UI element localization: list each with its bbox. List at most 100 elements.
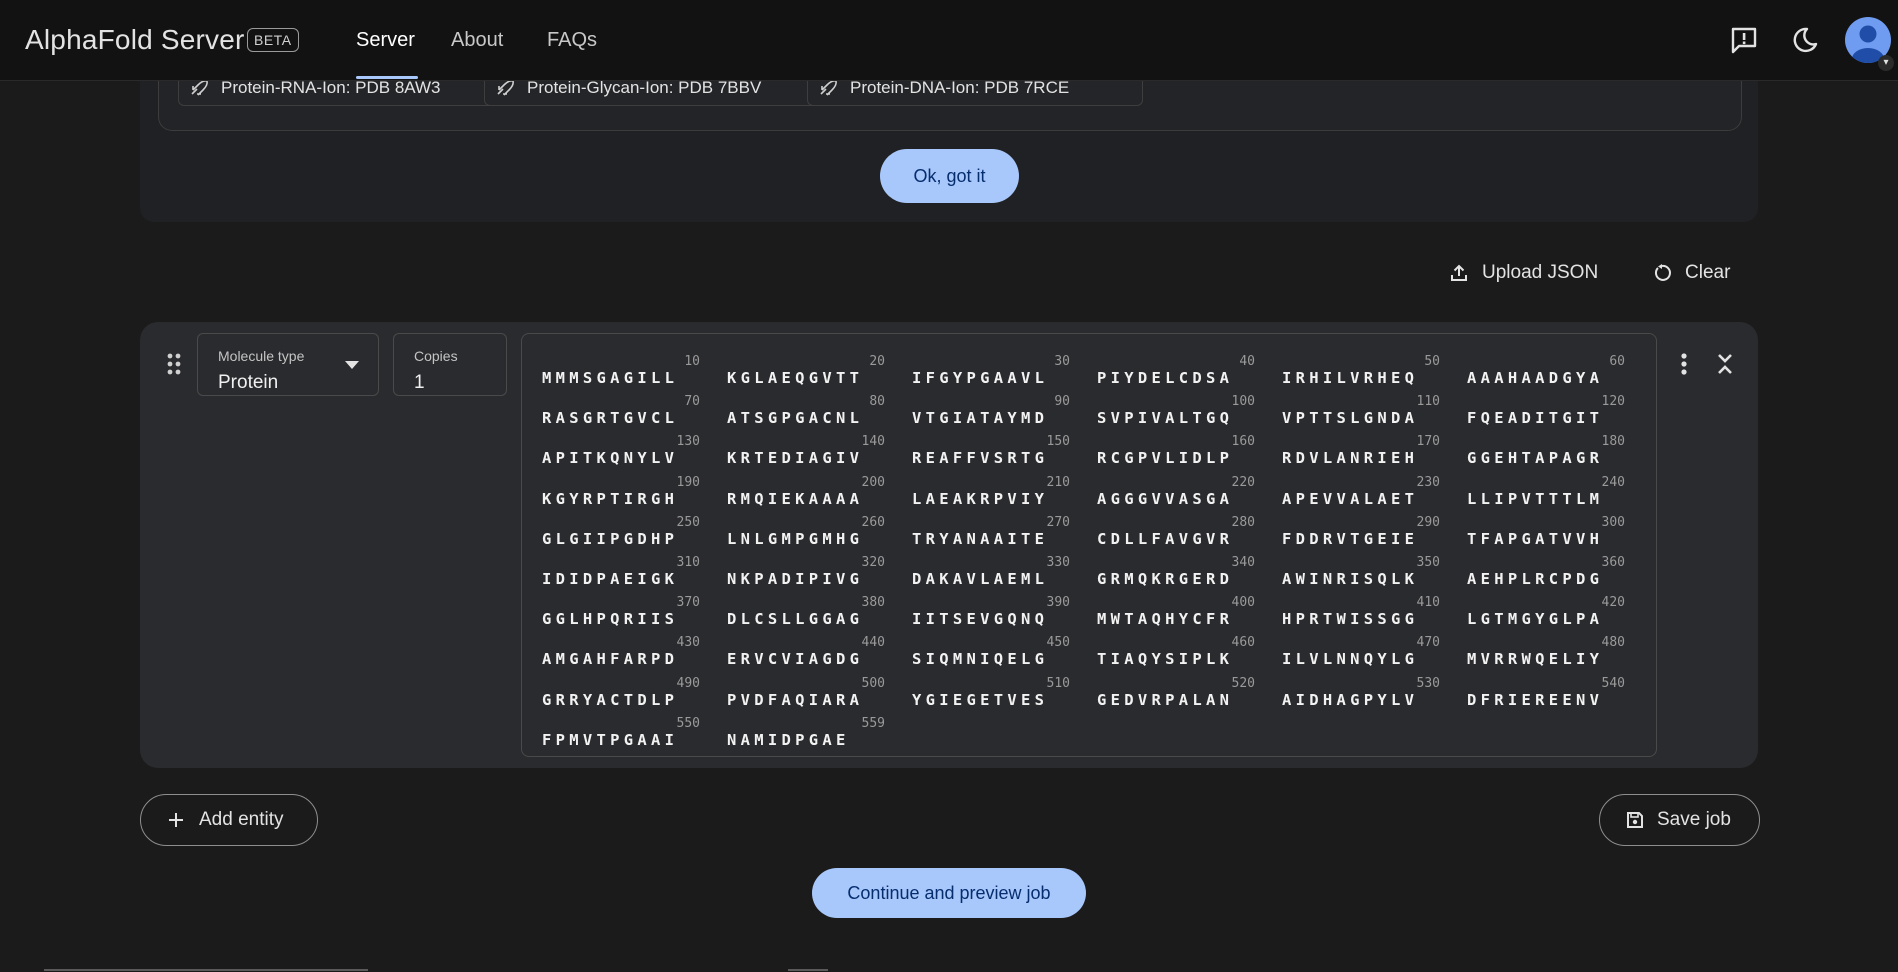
residue-index: 120 bbox=[1601, 394, 1625, 410]
sequence-group: 470 ILVLNNQYLG bbox=[1282, 621, 1450, 668]
ok-got-it-button[interactable]: Ok, got it bbox=[880, 149, 1019, 203]
sequence-field[interactable]: 10 MMMSGAGILL 20 KGLAEQGVTT 30 IFGYPGAAVL 40 PI… bbox=[521, 333, 1657, 757]
sequence-group: 10 MMMSGAGILL bbox=[542, 340, 710, 387]
feedback-icon[interactable] bbox=[1729, 25, 1759, 55]
residue-index: 270 bbox=[1046, 514, 1070, 530]
residue-index: 330 bbox=[1046, 555, 1070, 570]
sequence-group: 460 TIAQYSIPLK bbox=[1097, 621, 1265, 668]
divider bbox=[44, 969, 368, 971]
sequence-group: 360 AEHPLRCPDG bbox=[1467, 541, 1635, 588]
continue-preview-button[interactable]: Continue and preview job bbox=[812, 868, 1086, 918]
sequence-group: 350 AWINRISQLK bbox=[1282, 541, 1450, 588]
clear-button[interactable]: Clear bbox=[1653, 258, 1730, 288]
nav-about[interactable]: About bbox=[451, 29, 503, 52]
residue-index: 70 bbox=[684, 394, 700, 410]
residue-index: 460 bbox=[1231, 635, 1255, 651]
sequence-group: 370 GGLHPQRIIS bbox=[542, 581, 710, 628]
sequence-group: 60 AAAHAADGYA bbox=[1467, 340, 1635, 387]
residue-index: 550 bbox=[676, 715, 700, 731]
residue-block: FPMVTPGAAI bbox=[542, 730, 679, 749]
sequence-group: 240 LLIPVTTTLM bbox=[1467, 461, 1635, 508]
sequence-group: 450 SIQMNIQELG bbox=[912, 621, 1080, 668]
residue-index: 160 bbox=[1231, 434, 1255, 450]
residue-index: 130 bbox=[676, 434, 700, 450]
drag-handle-icon[interactable] bbox=[166, 352, 182, 376]
residue-index: 200 bbox=[861, 474, 885, 490]
plus-icon bbox=[169, 813, 183, 827]
sequence-group: 440 ERVCVIAGDG bbox=[727, 621, 895, 668]
residue-index: 220 bbox=[1231, 474, 1255, 490]
sequence-group: 80 ATSGPGACNL bbox=[727, 380, 895, 427]
sequence-group: 540 DFRIEREENV bbox=[1467, 662, 1635, 709]
residue-index: 480 bbox=[1601, 635, 1625, 651]
sequence-group: 300 TFAPGATVVH bbox=[1467, 501, 1635, 548]
chevron-down-icon[interactable]: ▾ bbox=[1878, 55, 1894, 71]
app-brand[interactable]: AlphaFold Server bbox=[25, 24, 245, 56]
rocket-icon bbox=[497, 80, 514, 96]
residue-index: 500 bbox=[861, 675, 885, 691]
sequence-group: 180 GGEHTAPAGR bbox=[1467, 420, 1635, 467]
sequence-group: 260 LNLGMPGMHG bbox=[727, 501, 895, 548]
copies-field[interactable]: Copies 1 bbox=[393, 333, 507, 396]
sequence-group: 550 FPMVTPGAAI bbox=[542, 702, 710, 749]
sequence-group: 110 VPTTSLGNDA bbox=[1282, 380, 1450, 427]
nav-faqs[interactable]: FAQs bbox=[547, 29, 597, 52]
residue-index: 520 bbox=[1231, 675, 1255, 691]
residue-index: 370 bbox=[676, 595, 700, 611]
sequence-group: 190 KGYRPTIRGH bbox=[542, 461, 710, 508]
residue-index: 240 bbox=[1601, 474, 1625, 490]
sequence-group: 40 PIYDELCDSA bbox=[1097, 340, 1265, 387]
sequence-group: 380 DLCSLLGGAG bbox=[727, 581, 895, 628]
sequence-group: 390 IITSEVGQNQ bbox=[912, 581, 1080, 628]
residue-index: 540 bbox=[1601, 675, 1625, 691]
residue-index: 360 bbox=[1601, 555, 1625, 570]
more-vert-icon[interactable] bbox=[1678, 352, 1690, 376]
sequence-group: 520 GEDVRPALAN bbox=[1097, 662, 1265, 709]
collapse-icon[interactable] bbox=[1716, 352, 1734, 376]
sequence-group: 420 LGTMGYGLPA bbox=[1467, 581, 1635, 628]
residue-index: 20 bbox=[869, 354, 885, 369]
upload-json-button[interactable]: Upload JSON bbox=[1450, 258, 1598, 288]
sequence-group: 559 NAMIDPGAE bbox=[727, 702, 895, 749]
sequence-group: 20 KGLAEQGVTT bbox=[727, 340, 895, 387]
nav-server[interactable]: Server bbox=[356, 29, 415, 52]
sequence-group: 70 RASGRTGVCL bbox=[542, 380, 710, 427]
residue-index: 400 bbox=[1231, 595, 1255, 611]
sequence-group: 130 APITKQNYLV bbox=[542, 420, 710, 467]
copies-value: 1 bbox=[414, 372, 425, 393]
sequence-group: 250 GLGIIPGDHP bbox=[542, 501, 710, 548]
sequence-row: 130 APITKQNYLV 140 KRTEDIAGIV 150 REAFFVSRTG 1… bbox=[542, 420, 1652, 467]
sequence-row: 10 MMMSGAGILL 20 KGLAEQGVTT 30 IFGYPGAAVL 40 PI… bbox=[542, 340, 1652, 387]
sequence-group: 340 GRMQKRGERD bbox=[1097, 541, 1265, 588]
sequence-row: 430 AMGAHFARPD 440 ERVCVIAGDG 450 SIQMNIQELG 4… bbox=[542, 621, 1652, 668]
sequence-row: 550 FPMVTPGAAI 559 NAMIDPGAE bbox=[542, 702, 1652, 749]
sequence-group: 530 AIDHAGPYLV bbox=[1282, 662, 1450, 709]
residue-index: 260 bbox=[861, 514, 885, 530]
residue-index: 440 bbox=[861, 635, 885, 651]
sequence-group: 400 MWTAQHYCFR bbox=[1097, 581, 1265, 628]
sequence-row: 70 RASGRTGVCL 80 ATSGPGACNL 90 VTGIATAYMD 100 S… bbox=[542, 380, 1652, 427]
residue-index: 280 bbox=[1231, 514, 1255, 530]
residue-index: 80 bbox=[869, 394, 885, 410]
upload-icon bbox=[1451, 264, 1467, 281]
sequence-group: 210 LAEAKRPVIY bbox=[912, 461, 1080, 508]
residue-block: NAMIDPGAE bbox=[727, 730, 850, 749]
molecule-type-select[interactable]: Molecule type Protein bbox=[197, 333, 379, 396]
residue-index: 410 bbox=[1416, 595, 1440, 611]
residue-index: 390 bbox=[1046, 595, 1070, 611]
save-job-button[interactable]: Save job bbox=[1599, 794, 1760, 846]
sequence-group: 230 APEVVALAET bbox=[1282, 461, 1450, 508]
residue-index: 420 bbox=[1601, 595, 1625, 611]
molecule-type-value: Protein bbox=[218, 372, 279, 393]
sequence-group: 160 RCGPVLIDLP bbox=[1097, 420, 1265, 467]
residue-index: 100 bbox=[1231, 394, 1255, 410]
sequence-group: 430 AMGAHFARPD bbox=[542, 621, 710, 668]
residue-index: 300 bbox=[1601, 514, 1625, 530]
residue-index: 490 bbox=[676, 675, 700, 691]
reset-icon bbox=[1655, 264, 1671, 281]
add-entity-button[interactable]: Add entity bbox=[140, 794, 318, 846]
residue-index: 470 bbox=[1416, 635, 1440, 651]
dark-mode-moon-icon[interactable] bbox=[1790, 25, 1820, 55]
save-job-label: Save job bbox=[1657, 809, 1731, 830]
sequence-group: 120 FQEADITGIT bbox=[1467, 380, 1635, 427]
